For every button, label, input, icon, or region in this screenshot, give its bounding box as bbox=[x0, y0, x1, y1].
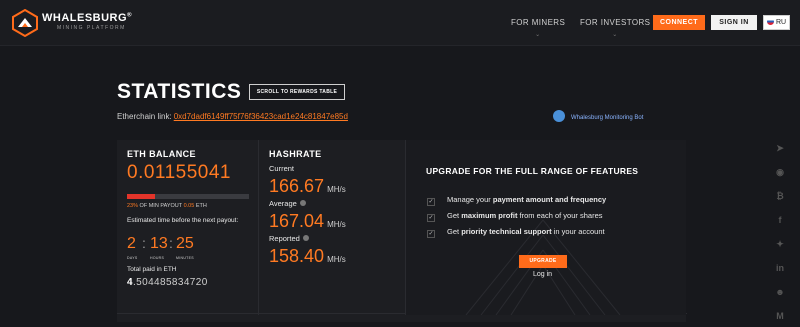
etherchain-link-row: Etherchain link: 0xd7dadf6149ff75f76f3642… bbox=[117, 112, 348, 121]
bitcoin-icon[interactable]: ₿ bbox=[768, 185, 792, 207]
estimated-time-label: Estimated time before the next payout: bbox=[127, 217, 239, 224]
bot-icon bbox=[553, 110, 565, 122]
payout-progress-text: 23% OF MIN PAYOUT 0.05 ETH bbox=[127, 203, 207, 209]
countdown-separator: : bbox=[169, 235, 173, 251]
chevron-down-icon: ⌄ bbox=[535, 32, 541, 38]
language-selector[interactable]: RU bbox=[763, 15, 790, 30]
countdown-days-label: DAYS bbox=[127, 256, 138, 260]
hashrate-current-label: Current bbox=[269, 164, 295, 173]
linkedin-icon[interactable]: in bbox=[768, 257, 792, 279]
total-paid-value: 4.504485834720 bbox=[127, 277, 208, 288]
hashrate-average-label: Average bbox=[269, 199, 306, 208]
nav-for-investors[interactable]: FOR INVESTORS ⌄ bbox=[580, 18, 650, 38]
nav-for-miners[interactable]: FOR MINERS ⌄ bbox=[511, 18, 565, 38]
connect-button[interactable]: CONNECT bbox=[653, 15, 705, 30]
feature-item: ✓ Get maximum profit from each of your sh… bbox=[427, 211, 603, 222]
brand-name[interactable]: WHALESBURG® bbox=[42, 12, 132, 24]
hashrate-heading: HASHRATE bbox=[269, 149, 322, 159]
top-header: WHALESBURG® MINING PLATFORM FOR MINERS ⌄… bbox=[0, 0, 800, 46]
github-icon[interactable]: ◉ bbox=[768, 161, 792, 183]
info-icon[interactable] bbox=[302, 235, 309, 241]
check-icon: ✓ bbox=[427, 214, 435, 222]
payout-progress-fill bbox=[127, 194, 156, 199]
feature-item: ✓ Manage your payment amount and frequenc… bbox=[427, 195, 607, 206]
upgrade-button[interactable]: UPGRADE bbox=[519, 255, 567, 268]
upgrade-title: UPGRADE FOR THE FULL RANGE OF FEATURES bbox=[426, 166, 639, 176]
russia-flag-icon bbox=[767, 18, 774, 25]
chevron-down-icon: ⌄ bbox=[612, 32, 618, 38]
countdown-minutes: 25 bbox=[176, 235, 194, 252]
check-icon: ✓ bbox=[427, 198, 435, 206]
twitter-icon[interactable]: ✦ bbox=[768, 233, 792, 255]
payout-progress-bar bbox=[127, 194, 249, 199]
countdown-days: 2 bbox=[127, 235, 136, 252]
etherchain-address-link[interactable]: 0xd7dadf6149ff75f76f36423cad1e24c81847e8… bbox=[174, 112, 348, 121]
total-paid-label: Total paid in ETH bbox=[127, 266, 177, 273]
whalesburg-logo-icon[interactable] bbox=[12, 9, 38, 37]
hashrate-current-value: 166.67 MH/s bbox=[269, 176, 346, 196]
check-icon: ✓ bbox=[427, 230, 435, 238]
countdown-hours-label: HOURS bbox=[150, 256, 165, 260]
feature-item: ✓ Get priority technical support in your … bbox=[427, 227, 605, 238]
telegram-icon[interactable]: ➤ bbox=[768, 137, 792, 159]
hashrate-reported-label: Reported bbox=[269, 234, 309, 243]
sign-in-button[interactable]: SIGN IN bbox=[711, 15, 757, 30]
login-link[interactable]: Log in bbox=[533, 271, 552, 278]
eth-balance-heading: ETH BALANCE bbox=[127, 149, 196, 159]
countdown-hours: 13 bbox=[150, 235, 168, 252]
medium-icon[interactable]: M bbox=[768, 305, 792, 327]
hashrate-reported-value: 158.40 MH/s bbox=[269, 246, 346, 266]
scroll-to-rewards-button[interactable]: SCROLL TO REWARDS TABLE bbox=[249, 84, 345, 100]
divider bbox=[258, 140, 259, 315]
info-icon[interactable] bbox=[299, 200, 306, 206]
page-title: STATISTICS bbox=[117, 80, 242, 103]
facebook-icon[interactable]: f bbox=[768, 209, 792, 231]
eth-balance-value: 0.01155041 bbox=[127, 162, 231, 183]
monitoring-bot-link[interactable]: Whalesburg Monitoring Bot bbox=[553, 110, 643, 122]
reddit-icon[interactable]: ☻ bbox=[768, 281, 792, 303]
countdown-minutes-label: MINUTES bbox=[176, 256, 194, 260]
countdown-separator: : bbox=[142, 235, 146, 251]
brand-tagline: MINING PLATFORM bbox=[57, 25, 126, 31]
hashrate-average-value: 167.04 MH/s bbox=[269, 211, 346, 231]
